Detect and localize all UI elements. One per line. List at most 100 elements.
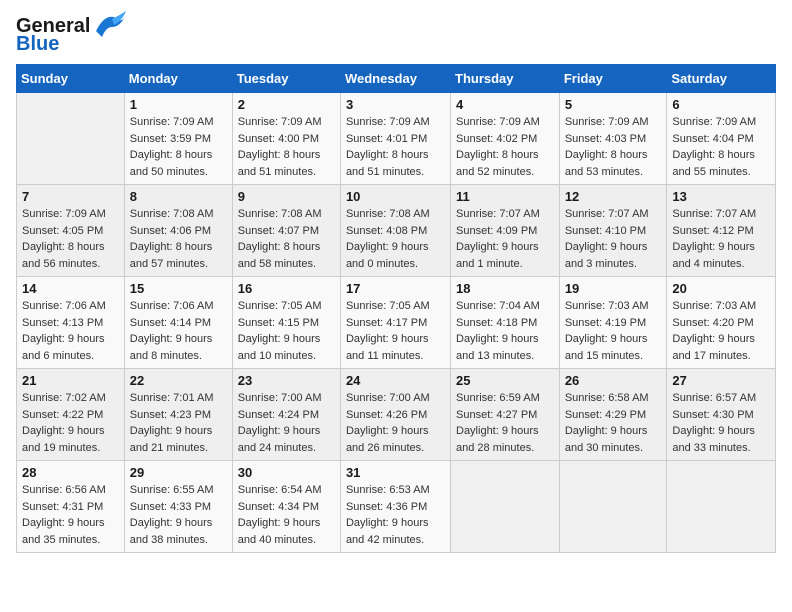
day-cell: 11 Sunrise: 7:07 AMSunset: 4:09 PMDaylig… bbox=[451, 185, 560, 277]
day-cell: 7 Sunrise: 7:09 AMSunset: 4:05 PMDayligh… bbox=[17, 185, 125, 277]
day-cell: 12 Sunrise: 7:07 AMSunset: 4:10 PMDaylig… bbox=[559, 185, 667, 277]
logo: General Blue bbox=[16, 16, 128, 54]
day-cell: 26 Sunrise: 6:58 AMSunset: 4:29 PMDaylig… bbox=[559, 369, 667, 461]
day-of-week-sunday: Sunday bbox=[17, 65, 125, 93]
day-number: 18 bbox=[456, 281, 554, 296]
day-number: 12 bbox=[565, 189, 662, 204]
day-cell: 5 Sunrise: 7:09 AMSunset: 4:03 PMDayligh… bbox=[559, 93, 667, 185]
day-number: 5 bbox=[565, 97, 662, 112]
day-number: 24 bbox=[346, 373, 445, 388]
day-info: Sunrise: 6:53 AMSunset: 4:36 PMDaylight:… bbox=[346, 482, 445, 548]
day-of-week-wednesday: Wednesday bbox=[340, 65, 450, 93]
day-info: Sunrise: 7:02 AMSunset: 4:22 PMDaylight:… bbox=[22, 390, 119, 456]
day-number: 10 bbox=[346, 189, 445, 204]
day-info: Sunrise: 7:05 AMSunset: 4:17 PMDaylight:… bbox=[346, 298, 445, 364]
page-header: General Blue bbox=[16, 16, 776, 54]
day-info: Sunrise: 7:04 AMSunset: 4:18 PMDaylight:… bbox=[456, 298, 554, 364]
day-number: 3 bbox=[346, 97, 445, 112]
day-cell: 15 Sunrise: 7:06 AMSunset: 4:14 PMDaylig… bbox=[124, 277, 232, 369]
day-cell: 19 Sunrise: 7:03 AMSunset: 4:19 PMDaylig… bbox=[559, 277, 667, 369]
week-row-4: 21 Sunrise: 7:02 AMSunset: 4:22 PMDaylig… bbox=[17, 369, 776, 461]
day-cell: 2 Sunrise: 7:09 AMSunset: 4:00 PMDayligh… bbox=[232, 93, 340, 185]
day-cell: 6 Sunrise: 7:09 AMSunset: 4:04 PMDayligh… bbox=[667, 93, 776, 185]
day-number: 14 bbox=[22, 281, 119, 296]
day-number: 26 bbox=[565, 373, 662, 388]
day-cell: 24 Sunrise: 7:00 AMSunset: 4:26 PMDaylig… bbox=[340, 369, 450, 461]
day-info: Sunrise: 7:00 AMSunset: 4:26 PMDaylight:… bbox=[346, 390, 445, 456]
day-of-week-monday: Monday bbox=[124, 65, 232, 93]
day-number: 23 bbox=[238, 373, 335, 388]
day-cell: 22 Sunrise: 7:01 AMSunset: 4:23 PMDaylig… bbox=[124, 369, 232, 461]
logo-blue-text: Blue bbox=[16, 34, 90, 54]
day-of-week-thursday: Thursday bbox=[451, 65, 560, 93]
day-cell: 23 Sunrise: 7:00 AMSunset: 4:24 PMDaylig… bbox=[232, 369, 340, 461]
day-info: Sunrise: 6:58 AMSunset: 4:29 PMDaylight:… bbox=[565, 390, 662, 456]
day-cell: 27 Sunrise: 6:57 AMSunset: 4:30 PMDaylig… bbox=[667, 369, 776, 461]
day-info: Sunrise: 6:54 AMSunset: 4:34 PMDaylight:… bbox=[238, 482, 335, 548]
day-cell: 3 Sunrise: 7:09 AMSunset: 4:01 PMDayligh… bbox=[340, 93, 450, 185]
day-info: Sunrise: 6:59 AMSunset: 4:27 PMDaylight:… bbox=[456, 390, 554, 456]
calendar-table: SundayMondayTuesdayWednesdayThursdayFrid… bbox=[16, 64, 776, 553]
day-cell: 16 Sunrise: 7:05 AMSunset: 4:15 PMDaylig… bbox=[232, 277, 340, 369]
day-number: 29 bbox=[130, 465, 227, 480]
day-number: 2 bbox=[238, 97, 335, 112]
day-info: Sunrise: 6:56 AMSunset: 4:31 PMDaylight:… bbox=[22, 482, 119, 548]
day-number: 1 bbox=[130, 97, 227, 112]
day-info: Sunrise: 7:09 AMSunset: 4:02 PMDaylight:… bbox=[456, 114, 554, 180]
day-of-week-friday: Friday bbox=[559, 65, 667, 93]
day-cell: 14 Sunrise: 7:06 AMSunset: 4:13 PMDaylig… bbox=[17, 277, 125, 369]
day-info: Sunrise: 7:07 AMSunset: 4:12 PMDaylight:… bbox=[672, 206, 770, 272]
day-number: 16 bbox=[238, 281, 335, 296]
day-number: 19 bbox=[565, 281, 662, 296]
day-info: Sunrise: 7:03 AMSunset: 4:20 PMDaylight:… bbox=[672, 298, 770, 364]
day-number: 13 bbox=[672, 189, 770, 204]
day-info: Sunrise: 7:09 AMSunset: 3:59 PMDaylight:… bbox=[130, 114, 227, 180]
day-cell: 10 Sunrise: 7:08 AMSunset: 4:08 PMDaylig… bbox=[340, 185, 450, 277]
logo-container: General Blue bbox=[16, 16, 128, 54]
day-info: Sunrise: 7:08 AMSunset: 4:06 PMDaylight:… bbox=[130, 206, 227, 272]
day-cell: 21 Sunrise: 7:02 AMSunset: 4:22 PMDaylig… bbox=[17, 369, 125, 461]
day-number: 21 bbox=[22, 373, 119, 388]
day-info: Sunrise: 7:08 AMSunset: 4:07 PMDaylight:… bbox=[238, 206, 335, 272]
day-info: Sunrise: 7:06 AMSunset: 4:13 PMDaylight:… bbox=[22, 298, 119, 364]
day-info: Sunrise: 7:08 AMSunset: 4:08 PMDaylight:… bbox=[346, 206, 445, 272]
day-cell: 9 Sunrise: 7:08 AMSunset: 4:07 PMDayligh… bbox=[232, 185, 340, 277]
day-cell: 1 Sunrise: 7:09 AMSunset: 3:59 PMDayligh… bbox=[124, 93, 232, 185]
day-info: Sunrise: 7:07 AMSunset: 4:10 PMDaylight:… bbox=[565, 206, 662, 272]
day-info: Sunrise: 7:09 AMSunset: 4:04 PMDaylight:… bbox=[672, 114, 770, 180]
day-number: 4 bbox=[456, 97, 554, 112]
day-number: 22 bbox=[130, 373, 227, 388]
day-cell: 4 Sunrise: 7:09 AMSunset: 4:02 PMDayligh… bbox=[451, 93, 560, 185]
week-row-2: 7 Sunrise: 7:09 AMSunset: 4:05 PMDayligh… bbox=[17, 185, 776, 277]
day-number: 11 bbox=[456, 189, 554, 204]
day-number: 31 bbox=[346, 465, 445, 480]
day-info: Sunrise: 7:09 AMSunset: 4:01 PMDaylight:… bbox=[346, 114, 445, 180]
day-info: Sunrise: 6:55 AMSunset: 4:33 PMDaylight:… bbox=[130, 482, 227, 548]
day-info: Sunrise: 7:09 AMSunset: 4:05 PMDaylight:… bbox=[22, 206, 119, 272]
day-number: 9 bbox=[238, 189, 335, 204]
day-cell bbox=[559, 461, 667, 553]
day-info: Sunrise: 7:03 AMSunset: 4:19 PMDaylight:… bbox=[565, 298, 662, 364]
day-cell: 25 Sunrise: 6:59 AMSunset: 4:27 PMDaylig… bbox=[451, 369, 560, 461]
day-number: 6 bbox=[672, 97, 770, 112]
day-info: Sunrise: 7:09 AMSunset: 4:00 PMDaylight:… bbox=[238, 114, 335, 180]
day-cell: 29 Sunrise: 6:55 AMSunset: 4:33 PMDaylig… bbox=[124, 461, 232, 553]
day-of-week-tuesday: Tuesday bbox=[232, 65, 340, 93]
day-cell: 30 Sunrise: 6:54 AMSunset: 4:34 PMDaylig… bbox=[232, 461, 340, 553]
calendar-header-row: SundayMondayTuesdayWednesdayThursdayFrid… bbox=[17, 65, 776, 93]
day-cell: 28 Sunrise: 6:56 AMSunset: 4:31 PMDaylig… bbox=[17, 461, 125, 553]
day-number: 15 bbox=[130, 281, 227, 296]
day-info: Sunrise: 6:57 AMSunset: 4:30 PMDaylight:… bbox=[672, 390, 770, 456]
day-info: Sunrise: 7:07 AMSunset: 4:09 PMDaylight:… bbox=[456, 206, 554, 272]
day-number: 7 bbox=[22, 189, 119, 204]
day-cell: 20 Sunrise: 7:03 AMSunset: 4:20 PMDaylig… bbox=[667, 277, 776, 369]
day-cell: 8 Sunrise: 7:08 AMSunset: 4:06 PMDayligh… bbox=[124, 185, 232, 277]
day-cell: 31 Sunrise: 6:53 AMSunset: 4:36 PMDaylig… bbox=[340, 461, 450, 553]
day-cell bbox=[667, 461, 776, 553]
week-row-3: 14 Sunrise: 7:06 AMSunset: 4:13 PMDaylig… bbox=[17, 277, 776, 369]
day-number: 30 bbox=[238, 465, 335, 480]
day-number: 20 bbox=[672, 281, 770, 296]
logo-text-block: General Blue bbox=[16, 16, 90, 54]
day-info: Sunrise: 7:05 AMSunset: 4:15 PMDaylight:… bbox=[238, 298, 335, 364]
bird-logo-icon bbox=[92, 9, 128, 53]
